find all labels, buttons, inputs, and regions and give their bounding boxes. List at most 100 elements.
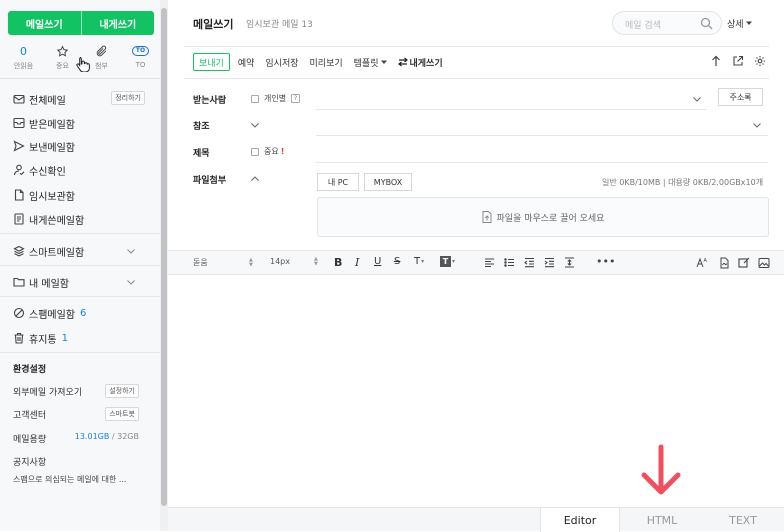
- edit-box-icon[interactable]: [738, 257, 750, 269]
- image-icon[interactable]: [758, 257, 770, 269]
- caret-down-icon: [745, 20, 752, 26]
- to-input[interactable]: [316, 109, 707, 110]
- important-checkbox[interactable]: [251, 147, 259, 156]
- arrow-down-icon: [641, 444, 681, 495]
- usage-sep: /: [109, 432, 118, 441]
- nav-self[interactable]: 내게쓴메일함: [13, 210, 153, 228]
- individual-label: 개인별: [264, 94, 287, 103]
- address-book-button[interactable]: 주소록: [718, 88, 763, 106]
- self-send-button[interactable]: 내게쓰기: [397, 56, 443, 69]
- subject-label: 제목: [193, 149, 210, 159]
- underline-icon[interactable]: U: [374, 256, 381, 267]
- upload-icon[interactable]: [710, 55, 722, 67]
- usage-total: 32GB: [117, 432, 139, 441]
- help-icon[interactable]: ?: [291, 94, 301, 103]
- chevron-down-icon[interactable]: [125, 245, 137, 257]
- search-input[interactable]: 메일 검색: [625, 18, 661, 31]
- drop-text: 파일을 마우스로 끌어 오세요: [496, 213, 605, 224]
- editor-mode-bar: Editor HTML TEXT: [168, 507, 784, 532]
- text-color-icon[interactable]: T ▾: [414, 256, 424, 267]
- strikethrough-icon[interactable]: S: [394, 256, 400, 267]
- compose-group: 메일쓰기 내게쓰기: [8, 11, 154, 35]
- font-select[interactable]: 돋움 ▲ ▼: [193, 257, 253, 268]
- self-compose-button[interactable]: 내게쓰기: [80, 11, 155, 35]
- important-mark-icon: !: [280, 147, 285, 156]
- quick-to[interactable]: TO TO: [121, 44, 160, 74]
- notice-text[interactable]: 스팸으로 의심되는 메일에 대한 ...: [13, 474, 143, 485]
- spellcheck-icon[interactable]: A: [696, 257, 709, 269]
- popout-icon[interactable]: [732, 55, 744, 67]
- compose-panel: 메일쓰기 임시보관 메일 13 메일 검색 상세 보내기 예약 임시저장 미리보…: [168, 0, 784, 532]
- nav-spam[interactable]: 스팸메일함 6: [13, 304, 153, 322]
- signature-icon[interactable]: [718, 257, 730, 269]
- more-icon[interactable]: •••: [596, 255, 615, 268]
- file-upload-icon: [482, 211, 492, 223]
- cc-input[interactable]: [316, 135, 768, 136]
- my-pc-button[interactable]: 내 PC: [317, 173, 359, 191]
- layers-icon: [13, 245, 25, 257]
- chevron-down-icon[interactable]: [250, 120, 260, 130]
- size-value: 14px: [270, 257, 290, 266]
- quick-unread[interactable]: 0 안읽음: [4, 44, 43, 74]
- chevron-down-icon[interactable]: [692, 94, 702, 104]
- background-color-icon[interactable]: T ▾: [440, 256, 455, 267]
- outdent-icon[interactable]: [524, 257, 535, 268]
- mybox-button[interactable]: MYBOX: [364, 173, 412, 191]
- reserve-button[interactable]: 예약: [238, 56, 255, 69]
- sidebar-scrollbar[interactable]: [160, 0, 168, 531]
- gear-icon[interactable]: [754, 55, 766, 67]
- draft-count[interactable]: 임시보관 메일 13: [246, 17, 313, 30]
- individual-send-option[interactable]: 개인별 ?: [251, 93, 301, 104]
- nav-inbox[interactable]: 받은메일함: [13, 114, 153, 132]
- individual-checkbox[interactable]: [251, 94, 259, 103]
- tab-html[interactable]: HTML: [622, 508, 702, 532]
- compose-toolbar: 보내기 예약 임시저장 미리보기 템플릿 내게쓰기: [193, 53, 454, 71]
- chevron-down-icon[interactable]: [125, 276, 137, 288]
- bullet-list-icon[interactable]: [504, 257, 515, 268]
- important-option[interactable]: 중요 !: [251, 146, 284, 157]
- search-icon[interactable]: [700, 17, 713, 30]
- compose-button[interactable]: 메일쓰기: [8, 11, 81, 35]
- editor-area[interactable]: [168, 276, 784, 506]
- tab-text[interactable]: TEXT: [703, 508, 783, 532]
- save-draft-button[interactable]: 임시저장: [265, 56, 298, 69]
- line-height-icon[interactable]: [564, 257, 575, 268]
- bold-icon[interactable]: B: [334, 256, 342, 269]
- nav-label: 휴지통: [29, 334, 57, 346]
- scrollbar-thumb[interactable]: [161, 8, 167, 506]
- swap-icon: [397, 57, 408, 67]
- settings-title[interactable]: 환경설정: [13, 361, 139, 375]
- external-setup-button[interactable]: 설정하기: [105, 384, 139, 398]
- nav-trash[interactable]: 휴지통 1: [13, 329, 153, 347]
- preview-button[interactable]: 미리보기: [310, 56, 343, 69]
- nav-sent[interactable]: 보낸메일함: [13, 137, 153, 155]
- template-button[interactable]: 템플릿: [354, 56, 387, 69]
- chevron-up-icon[interactable]: [250, 174, 260, 184]
- file-drop-zone[interactable]: 파일을 마우스로 끌어 오세요: [317, 197, 769, 237]
- document-icon: [13, 189, 25, 201]
- detail-search-button[interactable]: 상세: [727, 13, 757, 33]
- search-box[interactable]: 메일 검색: [612, 11, 722, 35]
- nav-all-mail[interactable]: 전체메일 정리하기: [13, 90, 153, 108]
- indent-icon[interactable]: [544, 257, 555, 268]
- send-button[interactable]: 보내기: [193, 53, 230, 71]
- italic-icon[interactable]: I: [355, 256, 359, 269]
- template-label: 템플릿: [353, 58, 379, 69]
- nav-receipt[interactable]: 수신확인: [13, 161, 153, 179]
- notice-title[interactable]: 공지사항: [13, 454, 139, 468]
- subject-input[interactable]: [316, 162, 768, 163]
- nav-smart[interactable]: 스마트메일함: [13, 242, 153, 260]
- chevron-down-icon[interactable]: [752, 120, 762, 130]
- nav-label: 받은메일함: [29, 119, 75, 131]
- nav-label: 보낸메일함: [29, 142, 75, 154]
- usage-value: 13.01GB / 32GB: [75, 432, 139, 441]
- nav-drafts[interactable]: 임시보관함: [13, 186, 153, 204]
- align-left-icon[interactable]: [484, 257, 495, 268]
- smartbot-button[interactable]: 스마트봇: [105, 407, 139, 421]
- nav-my-mailbox[interactable]: 내 메일함: [13, 273, 153, 291]
- organize-button[interactable]: 정리하기: [111, 91, 145, 105]
- tab-editor[interactable]: Editor: [540, 508, 620, 532]
- font-size-select[interactable]: 14px ▲ ▼: [270, 256, 318, 266]
- divider: [0, 352, 160, 353]
- divider: [184, 46, 769, 47]
